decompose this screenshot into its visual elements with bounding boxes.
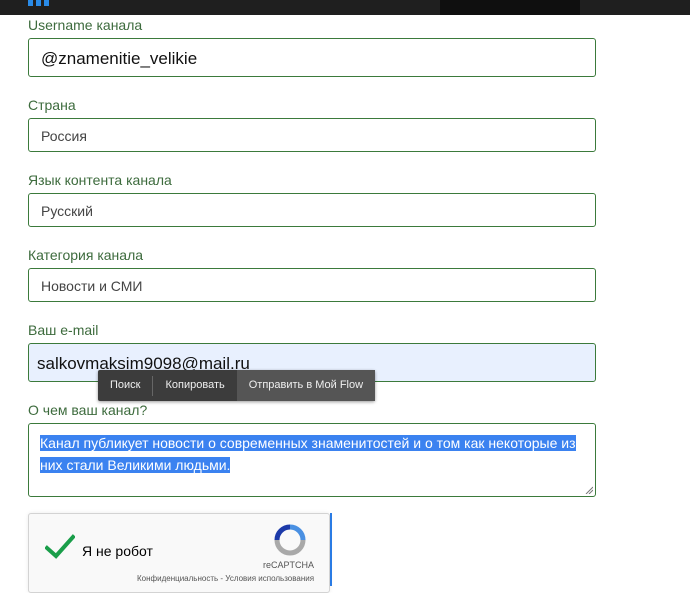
recaptcha-logo-icon: [274, 524, 306, 556]
logo-icon: [28, 0, 52, 6]
language-field[interactable]: Русский: [28, 193, 596, 227]
recaptcha-links: Конфиденциальность - Условия использован…: [137, 574, 314, 583]
username-value: @znamenitie_velikie: [41, 49, 198, 68]
username-field[interactable]: @znamenitie_velikie: [28, 38, 596, 77]
context-menu: Поиск Копировать Отправить в Мой Flow: [98, 370, 376, 401]
resize-handle-icon[interactable]: [585, 486, 593, 494]
category-field[interactable]: Новости и СМИ: [28, 268, 596, 302]
about-text-line-1: Канал публикует новости о современных зн…: [40, 435, 576, 451]
checkmark-icon[interactable]: [45, 534, 75, 560]
country-value: Россия: [41, 128, 87, 144]
country-field[interactable]: Россия: [28, 118, 596, 152]
about-textarea[interactable]: Канал публикует новости о современных зн…: [28, 423, 596, 497]
about-text-line-2: них стали Великими людьми.: [40, 457, 231, 473]
top-bar-panel: [440, 0, 580, 15]
context-menu-send-flow[interactable]: Отправить в Мой Flow: [236, 370, 376, 401]
email-label: Ваш e-mail: [28, 322, 99, 338]
category-value: Новости и СМИ: [41, 278, 143, 294]
top-bar: [0, 0, 690, 15]
username-label: Username канала: [28, 17, 143, 33]
category-label: Категория канала: [28, 247, 144, 263]
focus-edge: [330, 513, 332, 586]
terms-link[interactable]: Условия использования: [225, 574, 314, 583]
about-label: О чем ваш канал?: [28, 402, 148, 418]
recaptcha-label: Я не робот: [82, 543, 153, 559]
language-label: Язык контента канала: [28, 172, 172, 188]
about-text: Канал публикует новости о современных зн…: [40, 432, 590, 476]
privacy-link[interactable]: Конфиденциальность: [137, 574, 218, 583]
language-value: Русский: [41, 203, 93, 219]
recaptcha-widget: Я не робот reCAPTCHA Конфиденциальность …: [28, 513, 330, 593]
context-menu-copy[interactable]: Копировать: [153, 370, 236, 401]
country-label: Страна: [28, 97, 76, 113]
context-menu-search[interactable]: Поиск: [98, 370, 152, 401]
recaptcha-brand: reCAPTCHA: [263, 560, 315, 570]
